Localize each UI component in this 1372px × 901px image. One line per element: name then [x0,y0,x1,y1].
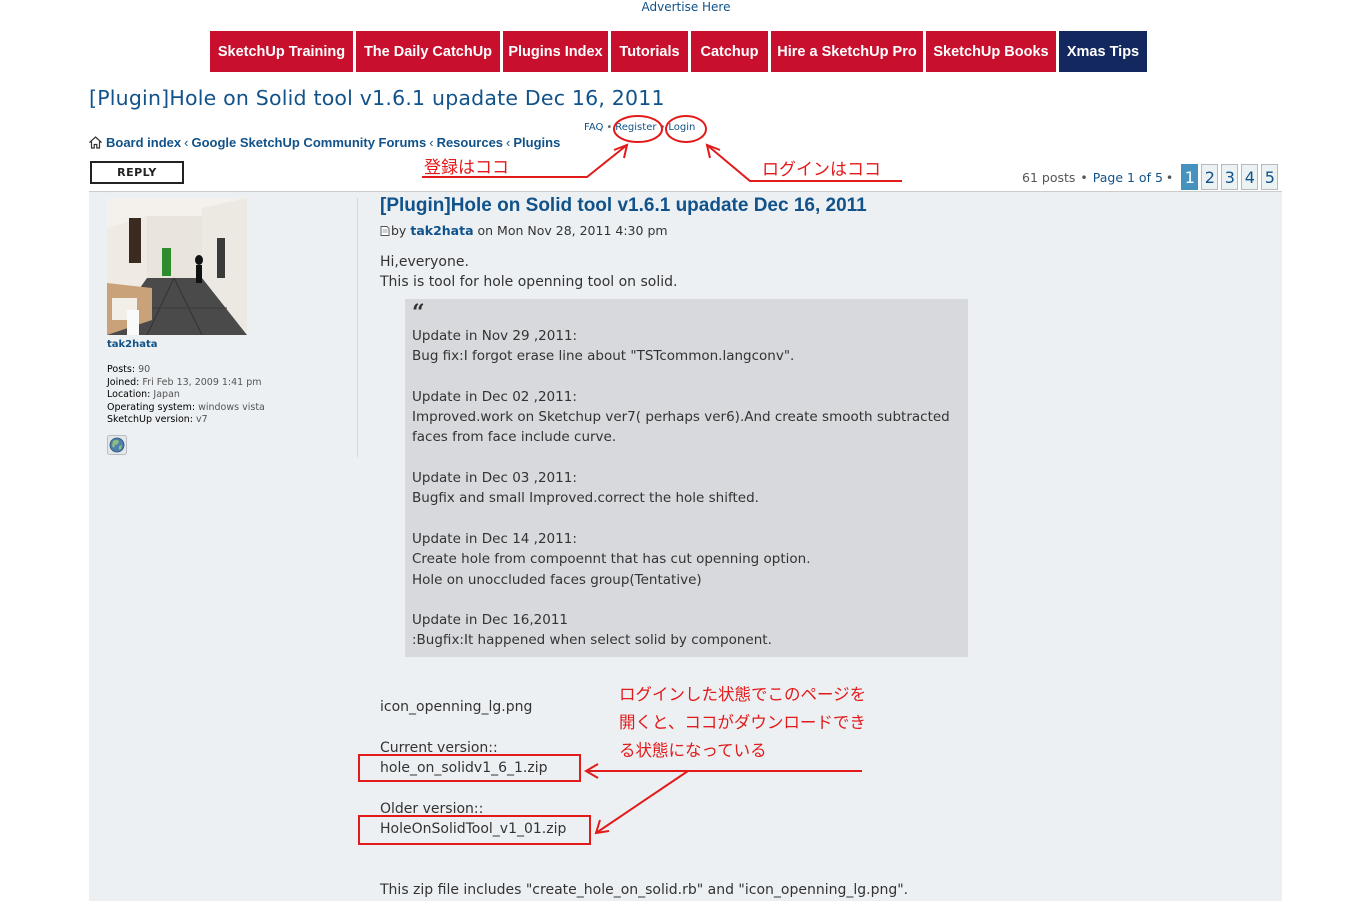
link-separator: • [606,122,613,133]
annotation-download: ログインした状態でこのページを 開くと、ココがダウンロードでき る状態になってい… [619,681,866,765]
update-5-line: :Bugfix:It happened when select solid by… [412,632,772,649]
pagination: 61 posts • Page 1 of 5 • 1 2 3 4 5 [1022,164,1279,190]
update-4-line: Create hole from compoennt that has cut … [412,551,811,568]
nav-plugins-index[interactable]: Plugins Index [503,31,608,72]
update-4-line: Hole on unoccluded faces group(Tentative… [412,571,702,588]
profile-divider [357,198,358,457]
nav-sketchup-books[interactable]: SketchUp Books [926,31,1056,72]
annotation-download-line: 開くと、ココがダウンロードでき [619,713,866,732]
post-greeting: Hi,everyone. [380,254,469,270]
current-version-label: Current version:: [380,740,498,756]
update-quote: “ Update in Nov 29 ,2011: Bug fix:I forg… [405,299,968,657]
update-3-line: Bugfix and small Improved.correct the ho… [412,490,759,507]
page-1[interactable]: 1 [1181,164,1199,190]
sketchup-version-value: v7 [196,414,208,425]
login-arrowhead [705,143,721,159]
quote-mark: “ [412,300,425,326]
link-separator: • [659,122,666,133]
avatar[interactable] [107,198,247,335]
posts-label: Posts: [107,364,136,375]
register-arrowhead [613,143,629,159]
update-2-line: faces from face include curve. [412,429,617,446]
icon-filename: icon_openning_lg.png [380,699,533,715]
zip-includes-note: This zip file includes "create_hole_on_s… [380,882,909,898]
register-link[interactable]: Register [615,122,656,133]
post-meta: by tak2hata on Mon Nov 28, 2011 4:30 pm [380,223,668,238]
location-label: Location: [107,389,151,400]
page-2[interactable]: 2 [1201,164,1219,190]
header-links: FAQ • Register • Login [584,122,695,133]
post-title[interactable]: [Plugin]Hole on Solid tool v1.6.1 upadat… [380,195,867,217]
page-3[interactable]: 3 [1221,164,1239,190]
post-date: on Mon Nov 28, 2011 4:30 pm [477,223,668,238]
breadcrumb-separator: ‹ [429,135,434,150]
breadcrumb: Board index ‹ Google SketchUp Community … [89,135,560,150]
nav-tutorials[interactable]: Tutorials [611,31,688,72]
older-version-label: Older version:: [380,801,484,817]
older-version-file[interactable]: HoleOnSolidTool_v1_01.zip [380,819,566,839]
post-author[interactable]: tak2hata [410,223,473,238]
location-value: Japan [153,389,180,400]
breadcrumb-resources[interactable]: Resources [437,135,503,150]
annotation-download-line: る状態になっている [619,741,767,760]
post: tak2hata Posts: 90 Joined: Fri Feb 13, 2… [89,192,1282,901]
sketchup-version-label: SketchUp version: [107,414,194,425]
nav-daily-catchup[interactable]: The Daily CatchUp [356,31,500,72]
post-count: 61 posts [1022,169,1076,185]
update-5-title: Update in Dec 16,2011 [412,612,569,629]
posts-value: 90 [138,364,151,375]
page-5[interactable]: 5 [1261,164,1279,190]
annotation-download-line: ログインした状態でこのページを [619,685,867,704]
breadcrumb-community-forums[interactable]: Google SketchUp Community Forums [191,135,426,150]
nav-sketchup-training[interactable]: SketchUp Training [210,31,353,72]
pagination-separator: • [1080,169,1088,185]
reply-button[interactable]: REPLY [90,161,184,184]
update-1-line: Bug fix:I forgot erase line about "TSTco… [412,348,795,365]
update-2-line: Improved.work on Sketchup ver7( perhaps … [412,409,950,426]
home-icon [89,136,102,149]
annotation-login: ログインはココ [762,160,881,180]
os-value: windows vista [198,401,265,413]
profile-username[interactable]: tak2hata [107,339,158,350]
joined-label: Joined: [107,376,140,388]
breadcrumb-board-index[interactable]: Board index [106,135,181,150]
update-4-title: Update in Dec 14 ,2011: [412,530,577,547]
advertise-link[interactable]: Advertise Here [0,0,1372,15]
update-3-title: Update in Dec 03 ,2011: [412,470,577,487]
os-label: Operating system: [107,401,196,413]
breadcrumb-separator: ‹ [506,135,511,150]
current-version-file[interactable]: hole_on_solidv1_6_1.zip [380,758,548,778]
annotation-register: 登録はココ [424,158,509,178]
faq-link[interactable]: FAQ [584,122,603,133]
post-intro: This is tool for hole openning tool on s… [380,274,678,290]
profile-details: Posts: 90 Joined: Fri Feb 13, 2009 1:41 … [107,364,265,427]
nav-hire-pro[interactable]: Hire a SketchUp Pro [771,31,923,72]
breadcrumb-plugins[interactable]: Plugins [513,135,560,150]
page-of[interactable]: Page 1 of 5 [1093,170,1163,185]
login-link[interactable]: Login [668,122,695,133]
breadcrumb-separator: ‹ [184,135,189,150]
website-globe-icon[interactable] [107,435,127,455]
pagination-separator: • [1165,169,1174,185]
update-1-title: Update in Nov 29 ,2011: [412,328,578,344]
post-by: by [391,223,407,238]
page-4[interactable]: 4 [1241,164,1259,190]
nav-catchup[interactable]: Catchup [691,31,768,72]
joined-value: Fri Feb 13, 2009 1:41 pm [142,376,262,388]
nav-xmas-tips[interactable]: Xmas Tips [1059,31,1147,72]
page-title[interactable]: [Plugin]Hole on Solid tool v1.6.1 upadat… [89,86,665,110]
top-nav: SketchUp Training The Daily CatchUp Plug… [210,31,1147,72]
post-icon[interactable] [380,225,390,236]
update-2-title: Update in Dec 02 ,2011: [412,388,577,405]
